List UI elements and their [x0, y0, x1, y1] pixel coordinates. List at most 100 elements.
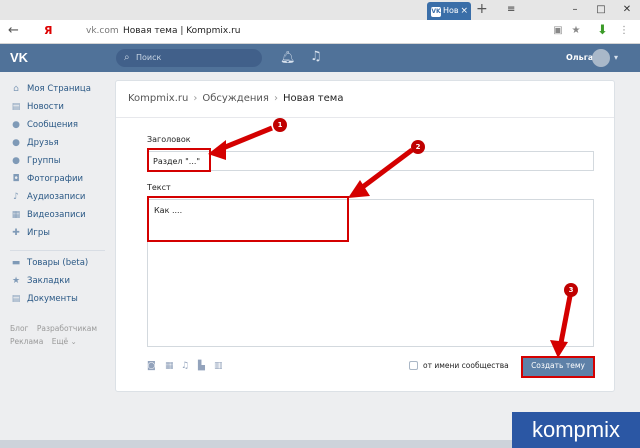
browser-tab[interactable]: VK Нов ×	[427, 2, 471, 20]
developers-link[interactable]: Разработчикам	[37, 324, 97, 333]
breadcrumb-community[interactable]: Kompmix.ru	[128, 93, 188, 104]
sidebar-item-label: Аудиозаписи	[27, 192, 86, 202]
sidebar-item-label: Моя Страница	[27, 84, 91, 94]
yandex-icon[interactable]: Я	[44, 24, 52, 37]
window-controls: – □ ✕	[562, 0, 640, 20]
sidebar-footer-row2: Реклама Ещё ⌄	[10, 337, 77, 346]
maximize-icon[interactable]: □	[588, 0, 614, 20]
sidebar-item-label: Игры	[27, 228, 50, 238]
sidebar-divider	[10, 250, 105, 251]
sidebar-footer-row1: Блог Разработчикам	[10, 324, 97, 333]
games-icon: ✚	[12, 228, 20, 238]
lock-icon[interactable]: ▣	[552, 25, 564, 37]
menu-icon[interactable]: ≡	[507, 4, 519, 15]
breadcrumb-separator: ›	[273, 93, 278, 104]
watermark: kompmix	[512, 412, 640, 448]
community-checkbox-label[interactable]: от имени сообщества	[423, 361, 509, 370]
ads-link[interactable]: Реклама	[10, 337, 43, 346]
new-tab-button[interactable]: +	[476, 1, 488, 17]
camera-icon[interactable]: ◙	[147, 361, 156, 371]
home-icon: ⌂	[13, 84, 19, 94]
sidebar-item-label: Друзья	[27, 138, 59, 148]
messages-icon: ●	[12, 120, 20, 130]
highlight-text	[147, 196, 349, 242]
breadcrumb-current: Новая тема	[282, 93, 344, 104]
title-label: Заголовок	[147, 135, 191, 144]
close-tab-icon[interactable]: ×	[460, 2, 468, 20]
sidebar-item-label: Фотографии	[27, 174, 84, 184]
sidebar-item-news[interactable]: ▤ Новости	[10, 100, 64, 114]
download-icon[interactable]: ⬇	[597, 23, 609, 38]
sidebar-item-goods[interactable]: ▬ Товары (beta)	[10, 256, 88, 270]
sidebar-item-my-page[interactable]: ⌂ Моя Страница	[10, 82, 91, 96]
sidebar-item-label: Группы	[27, 156, 61, 166]
community-checkbox[interactable]	[409, 361, 418, 370]
music-icon[interactable]: ♫	[310, 49, 322, 64]
sidebar-item-label: Видеозаписи	[27, 210, 86, 220]
document-attach-icon[interactable]: ▙	[198, 361, 205, 371]
title-field[interactable]: Раздел "..."	[147, 151, 594, 171]
documents-icon: ▤	[11, 294, 21, 304]
url-page-title[interactable]: Новая тема | Kompmix.ru	[123, 26, 241, 36]
news-icon: ▤	[11, 102, 21, 112]
bell-icon[interactable]: 🔔︎	[280, 50, 295, 64]
more-link[interactable]: Ещё	[52, 337, 68, 346]
minimize-icon[interactable]: –	[562, 0, 588, 20]
sidebar-item-games[interactable]: ✚ Игры	[10, 226, 50, 240]
sidebar-item-bookmarks[interactable]: ★ Закладки	[10, 274, 70, 288]
video-icon: ▦	[11, 210, 21, 220]
close-window-icon[interactable]: ✕	[614, 0, 640, 20]
sidebar-item-label: Сообщения	[27, 120, 79, 130]
breadcrumb-discussions[interactable]: Обсуждения	[202, 93, 269, 104]
sidebar-item-groups[interactable]: ● Группы	[10, 154, 60, 168]
friends-icon: ●	[12, 138, 20, 148]
breadcrumb: Kompmix.ru › Обсуждения › Новая тема	[128, 93, 343, 104]
highlight-title	[147, 148, 211, 172]
step-badge-1: 1	[273, 118, 287, 132]
browser-tab-strip: VK Нов × + ≡ – □ ✕	[0, 0, 640, 20]
highlight-submit	[521, 356, 595, 378]
bottom-strip	[0, 440, 512, 448]
step-badge-2: 2	[411, 140, 425, 154]
url-domain[interactable]: vk.com	[86, 26, 119, 36]
star-icon[interactable]: ★	[570, 25, 582, 37]
vk-tab-icon: VK	[431, 7, 441, 17]
photos-icon: ◘	[12, 174, 20, 184]
sidebar-item-photos[interactable]: ◘ Фотографии	[10, 172, 83, 186]
sidebar-item-video[interactable]: ▦ Видеозаписи	[10, 208, 86, 222]
sidebar-item-label: Документы	[27, 294, 78, 304]
sidebar-item-label: Новости	[27, 102, 64, 112]
text-label: Текст	[147, 183, 171, 192]
sidebar-item-messages[interactable]: ● Сообщения	[10, 118, 78, 132]
divider	[116, 117, 614, 118]
video-attach-icon[interactable]: ▦	[165, 361, 174, 371]
bookmarks-icon: ★	[11, 276, 21, 286]
tab-label: Нов	[443, 6, 459, 15]
username[interactable]: Ольга	[566, 53, 593, 62]
goods-icon: ▬	[11, 258, 21, 268]
search-input[interactable]: ⌕ Поиск	[116, 49, 262, 67]
sidebar-item-friends[interactable]: ● Друзья	[10, 136, 59, 150]
poll-icon[interactable]: ▥	[214, 361, 223, 371]
sidebar-item-audio[interactable]: ♪ Аудиозаписи	[10, 190, 85, 204]
sidebar-item-label: Товары (beta)	[27, 258, 89, 268]
sidebar-item-documents[interactable]: ▤ Документы	[10, 292, 78, 306]
blog-link[interactable]: Блог	[10, 324, 28, 333]
chevron-down-icon[interactable]: ▾	[614, 53, 618, 62]
avatar[interactable]	[592, 49, 610, 67]
search-icon: ⌕	[124, 52, 130, 63]
chevron-down-icon[interactable]: ⌄	[71, 337, 77, 346]
groups-icon: ●	[12, 156, 20, 166]
vk-header: VK ⌕ Поиск 🔔︎ ♫ Ольга ▾	[0, 44, 640, 72]
music-attach-icon[interactable]: ♫	[181, 361, 189, 371]
more-icon[interactable]: ⋮	[618, 25, 630, 37]
back-arrow-icon[interactable]: ←	[8, 23, 19, 38]
vk-logo[interactable]: VK	[10, 50, 28, 65]
breadcrumb-separator: ›	[193, 93, 198, 104]
search-placeholder: Поиск	[136, 53, 162, 62]
address-bar: ← Я vk.com Новая тема | Kompmix.ru ▣ ★ ⬇…	[0, 20, 640, 44]
sidebar: ⌂ Моя Страница ▤ Новости ● Сообщения ● Друзь…	[0, 72, 110, 448]
step-badge-3: 3	[564, 283, 578, 297]
sidebar-item-label: Закладки	[27, 276, 70, 286]
audio-icon: ♪	[13, 192, 19, 202]
